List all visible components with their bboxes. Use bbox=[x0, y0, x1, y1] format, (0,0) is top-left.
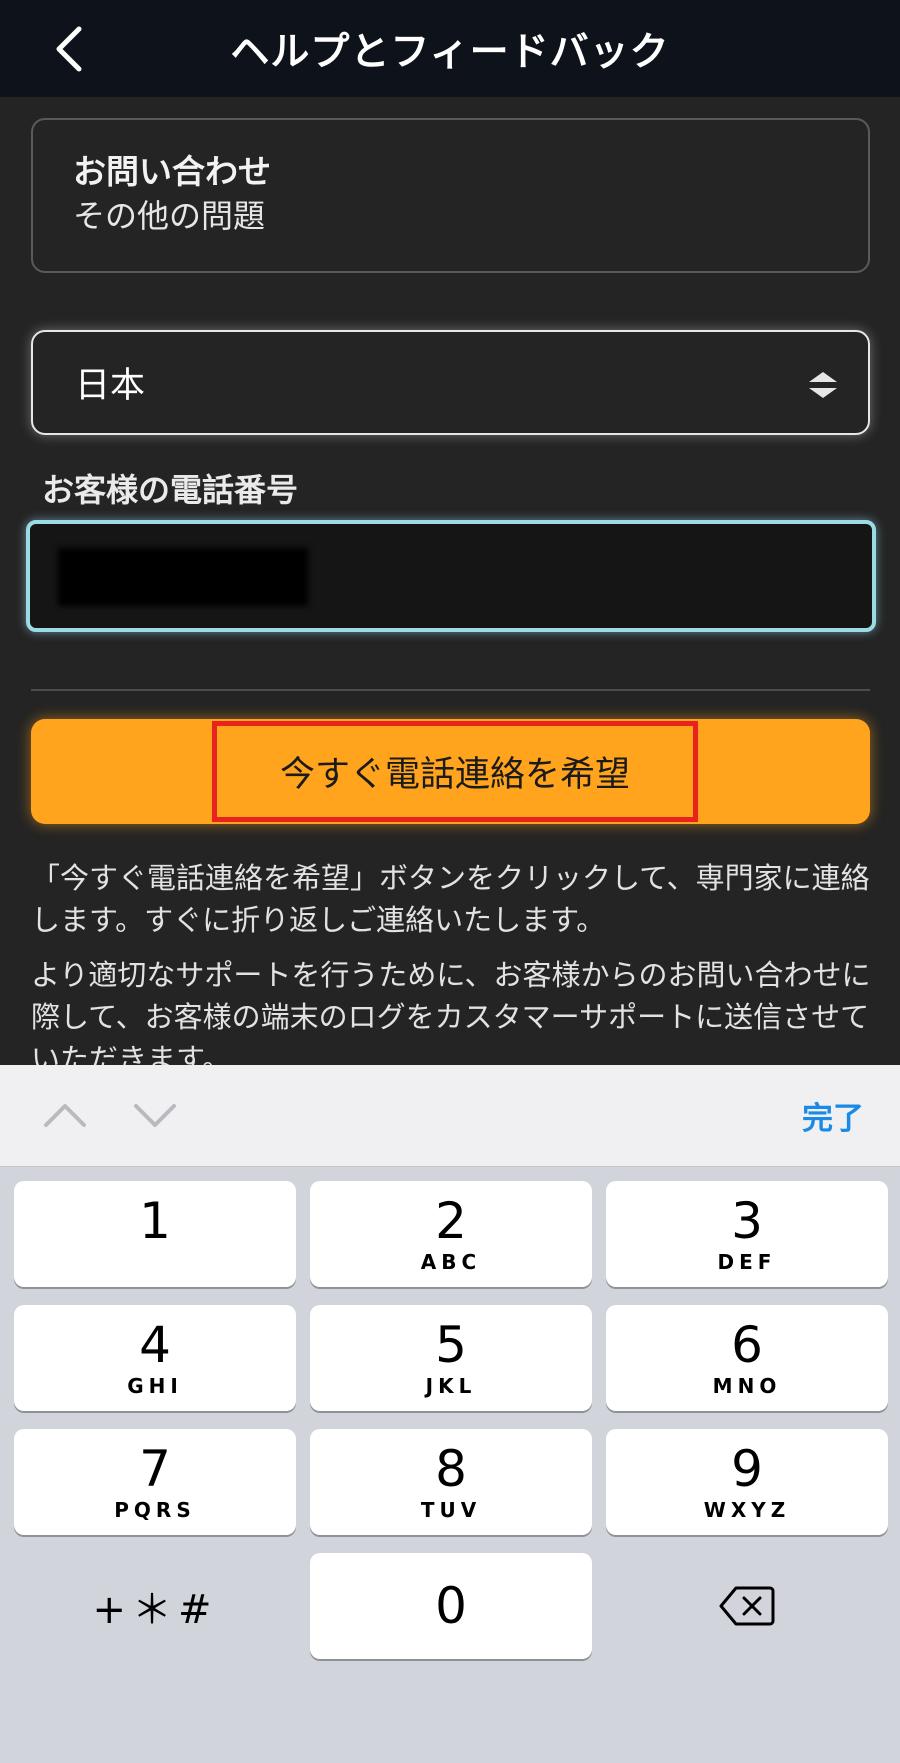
key-letters: MNO bbox=[712, 1374, 782, 1398]
key-digit: 1 bbox=[139, 1192, 171, 1250]
key-digit: 4 bbox=[139, 1316, 171, 1374]
log-notice-paragraph: より適切なサポートを行うために、お客様からのお問い合わせに際して、お客様の端末の… bbox=[31, 958, 871, 1065]
key-letters: TUV bbox=[420, 1498, 482, 1522]
key-digit: 5 bbox=[435, 1316, 467, 1374]
key-3[interactable]: 3 DEF bbox=[606, 1181, 888, 1287]
chevron-up-icon[interactable] bbox=[40, 1097, 90, 1133]
delete-key[interactable] bbox=[606, 1553, 888, 1659]
chevron-down-icon[interactable] bbox=[130, 1097, 180, 1133]
redacted-phone-number bbox=[58, 548, 308, 606]
country-value: 日本 bbox=[75, 366, 146, 406]
keyboard-toolbar: 完了 bbox=[0, 1065, 900, 1167]
done-button[interactable]: 完了 bbox=[802, 1093, 864, 1138]
backspace-icon bbox=[719, 1586, 775, 1626]
numeric-keypad: 1 2 ABC 3 DEF 4 GHI 5 JKL 6 MNO 7 PQRS 8… bbox=[0, 1167, 900, 1763]
back-button[interactable] bbox=[40, 18, 96, 80]
key-1[interactable]: 1 bbox=[14, 1181, 296, 1287]
topic-subtitle: その他の問題 bbox=[73, 197, 266, 235]
key-6[interactable]: 6 MNO bbox=[606, 1305, 888, 1411]
call-me-now-button[interactable]: 今すぐ電話連絡を希望 bbox=[31, 719, 870, 824]
symbols-key[interactable]: +＊# bbox=[14, 1553, 296, 1659]
key-digit: 9 bbox=[731, 1440, 763, 1498]
key-letters: DEF bbox=[717, 1250, 777, 1274]
nav-header: ヘルプとフィードバック bbox=[0, 0, 900, 97]
phone-label: お客様の電話番号 bbox=[42, 471, 299, 509]
key-letters: PQRS bbox=[114, 1498, 196, 1522]
topic-title: お問い合わせ bbox=[73, 152, 271, 191]
page-title: ヘルプとフィードバック bbox=[230, 29, 670, 75]
key-letters: JKL bbox=[425, 1374, 477, 1398]
topic-card[interactable]: お問い合わせ その他の問題 bbox=[31, 118, 870, 273]
chevron-left-icon bbox=[56, 26, 82, 72]
description-paragraph: 「今すぐ電話連絡を希望」ボタンをクリックして、専門家に連絡します。すぐに折り返し… bbox=[31, 861, 870, 937]
key-digit: 6 bbox=[731, 1316, 763, 1374]
key-letters: ABC bbox=[420, 1250, 482, 1274]
country-select[interactable]: 日本 bbox=[31, 330, 870, 435]
divider bbox=[31, 689, 870, 691]
key-5[interactable]: 5 JKL bbox=[310, 1305, 592, 1411]
key-digit: 2 bbox=[435, 1192, 467, 1250]
key-letters: WXYZ bbox=[703, 1498, 791, 1522]
key-0[interactable]: 0 bbox=[310, 1553, 592, 1659]
symbols-label: +＊# bbox=[92, 1587, 218, 1633]
call-me-now-label: 今すぐ電話連絡を希望 bbox=[212, 721, 698, 822]
phone-input[interactable] bbox=[26, 520, 876, 632]
select-arrows-icon bbox=[809, 372, 837, 398]
key-2[interactable]: 2 ABC bbox=[310, 1181, 592, 1287]
key-digit: 7 bbox=[139, 1440, 171, 1498]
key-7[interactable]: 7 PQRS bbox=[14, 1429, 296, 1535]
key-8[interactable]: 8 TUV bbox=[310, 1429, 592, 1535]
key-4[interactable]: 4 GHI bbox=[14, 1305, 296, 1411]
key-digit: 0 bbox=[435, 1577, 467, 1635]
key-letters: GHI bbox=[127, 1374, 183, 1398]
key-digit: 8 bbox=[435, 1440, 467, 1498]
key-digit: 3 bbox=[731, 1192, 763, 1250]
key-9[interactable]: 9 WXYZ bbox=[606, 1429, 888, 1535]
help-form: お問い合わせ その他の問題 日本 お客様の電話番号 今すぐ電話連絡を希望 「今す… bbox=[0, 97, 900, 1065]
